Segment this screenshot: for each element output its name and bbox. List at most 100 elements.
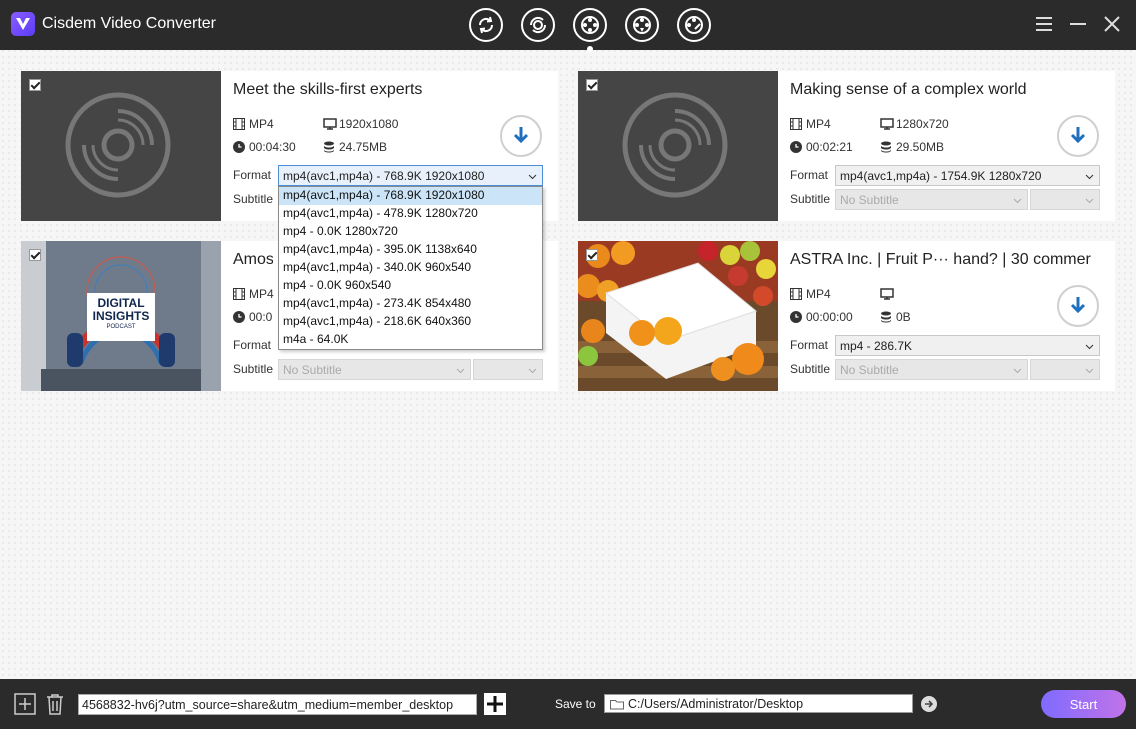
monitor-icon	[880, 118, 894, 130]
menu-icon[interactable]	[1034, 14, 1054, 34]
format-option[interactable]: mp4(avc1,mp4a) - 768.9K 1920x1080	[279, 187, 542, 205]
format-label: Format	[790, 168, 829, 182]
video-thumbnail	[578, 241, 778, 391]
subtitle-label: Subtitle	[790, 362, 831, 376]
chevron-down-icon	[1085, 198, 1094, 204]
start-button[interactable]: Start	[1041, 690, 1126, 718]
chevron-down-icon	[1013, 198, 1022, 204]
format-option[interactable]: mp4(avc1,mp4a) - 218.6K 640x360	[279, 313, 542, 331]
subtitle-format-select[interactable]	[1030, 189, 1100, 210]
select-checkbox[interactable]	[586, 249, 598, 261]
podcast-logo-text: DIGITAL INSIGHTS PODCAST	[92, 296, 150, 331]
monitor-icon	[880, 288, 894, 300]
format-dropdown-list: mp4(avc1,mp4a) - 768.9K 1920x1080 mp4(av…	[278, 186, 543, 350]
subtitle-label: Subtitle	[233, 192, 274, 206]
select-checkbox[interactable]	[29, 249, 41, 261]
film-icon	[790, 118, 802, 130]
film-icon	[233, 118, 245, 130]
format-option[interactable]: mp4(avc1,mp4a) - 273.4K 854x480	[279, 295, 542, 313]
database-icon	[323, 141, 335, 153]
plus-icon	[487, 696, 503, 712]
monitor-icon	[323, 118, 337, 130]
subtitle-label: Subtitle	[790, 192, 831, 206]
format-option[interactable]: mp4 - 0.0K 1280x720	[279, 223, 542, 241]
format-option[interactable]: m4a - 64.0K	[279, 331, 542, 349]
film-icon	[790, 288, 802, 300]
download-button[interactable]	[1057, 115, 1099, 157]
subtitle-format-select[interactable]	[473, 359, 543, 380]
clock-icon	[790, 311, 802, 323]
clock-icon	[233, 141, 245, 153]
container-info: MP4	[790, 287, 831, 301]
resolution-info	[880, 287, 896, 301]
subtitle-select[interactable]: No Subtitle	[278, 359, 471, 380]
format-select[interactable]: mp4(avc1,mp4a) - 768.9K 1920x1080	[278, 165, 543, 186]
format-label: Format	[233, 338, 272, 352]
format-option[interactable]: mp4(avc1,mp4a) - 478.9K 1280x720	[279, 205, 542, 223]
format-option[interactable]: mp4 - 0.0K 960x540	[279, 277, 542, 295]
compress-icon[interactable]	[625, 8, 659, 42]
minimize-icon[interactable]	[1068, 14, 1088, 34]
fruit-machine-image	[578, 241, 778, 391]
database-icon	[880, 141, 892, 153]
add-url-button[interactable]	[484, 693, 506, 715]
url-input[interactable]: 4568832-hv6j?utm_source=share&utm_medium…	[78, 694, 477, 715]
duration-info: 00:02:21	[790, 140, 853, 154]
clock-icon	[790, 141, 802, 153]
convert-icon[interactable]	[469, 8, 503, 42]
video-card: ASTRA Inc. | Fruit P··· hand? | 30 comme…	[578, 241, 1115, 391]
container-info: MP4	[233, 117, 274, 131]
download-arrow-icon	[1070, 127, 1086, 144]
video-thumbnail	[21, 71, 221, 221]
download-button[interactable]	[500, 115, 542, 157]
close-icon[interactable]	[1102, 14, 1122, 34]
download-arrow-icon	[1070, 297, 1086, 314]
chevron-down-icon	[528, 368, 537, 374]
edit-icon[interactable]	[677, 8, 711, 42]
film-icon	[233, 288, 245, 300]
container-info: MP4	[790, 117, 831, 131]
disc-placeholder-icon	[622, 92, 728, 198]
size-info: 24.75MB	[323, 140, 387, 154]
add-file-icon[interactable]	[14, 693, 36, 718]
video-title: Meet the skills-first experts	[233, 81, 423, 98]
resolution-info: 1280x720	[880, 117, 949, 131]
subtitle-select[interactable]: No Subtitle	[835, 359, 1028, 380]
app-title: Cisdem Video Converter	[42, 15, 217, 32]
download-button[interactable]	[1057, 285, 1099, 327]
subtitle-select[interactable]: No Subtitle	[835, 189, 1028, 210]
download-arrow-icon	[513, 127, 529, 144]
duration-info: 00:00:00	[790, 310, 853, 324]
chevron-down-icon	[1013, 368, 1022, 374]
save-path-field[interactable]: C:/Users/Administrator/Desktop	[604, 694, 913, 713]
app-logo-icon	[11, 12, 35, 36]
rip-icon[interactable]	[521, 8, 555, 42]
clock-icon	[233, 311, 245, 323]
chevron-down-icon	[1085, 368, 1094, 374]
select-checkbox[interactable]	[29, 79, 41, 91]
video-title: ASTRA Inc. | Fruit P··· hand? | 30 comme…	[790, 251, 1091, 268]
format-option[interactable]: mp4(avc1,mp4a) - 395.0K 1138x640	[279, 241, 542, 259]
size-info: 29.50MB	[880, 140, 944, 154]
chevron-down-icon	[456, 368, 465, 374]
video-thumbnail: DIGITAL INSIGHTS PODCAST	[21, 241, 221, 391]
open-folder-icon[interactable]	[921, 696, 937, 712]
container-info: MP4	[233, 287, 278, 301]
format-label: Format	[233, 168, 272, 182]
video-title: Making sense of a complex world	[790, 81, 1027, 98]
database-icon	[880, 311, 892, 323]
title-bar: Cisdem Video Converter	[0, 0, 1136, 52]
select-checkbox[interactable]	[586, 79, 598, 91]
subtitle-format-select[interactable]	[1030, 359, 1100, 380]
video-card: Making sense of a complex world MP4 1280…	[578, 71, 1115, 221]
format-select[interactable]: mp4 - 286.7K	[835, 335, 1100, 356]
trash-icon[interactable]	[45, 693, 65, 718]
download-icon[interactable]	[573, 8, 607, 52]
format-select[interactable]: mp4(avc1,mp4a) - 1754.9K 1280x720	[835, 165, 1100, 186]
bottom-bar: 4568832-hv6j?utm_source=share&utm_medium…	[0, 679, 1136, 729]
format-option[interactable]: mp4(avc1,mp4a) - 340.0K 960x540	[279, 259, 542, 277]
chevron-down-icon	[528, 174, 537, 180]
format-label: Format	[790, 338, 829, 352]
subtitle-label: Subtitle	[233, 362, 274, 376]
duration-info: 00:04:30	[233, 140, 296, 154]
